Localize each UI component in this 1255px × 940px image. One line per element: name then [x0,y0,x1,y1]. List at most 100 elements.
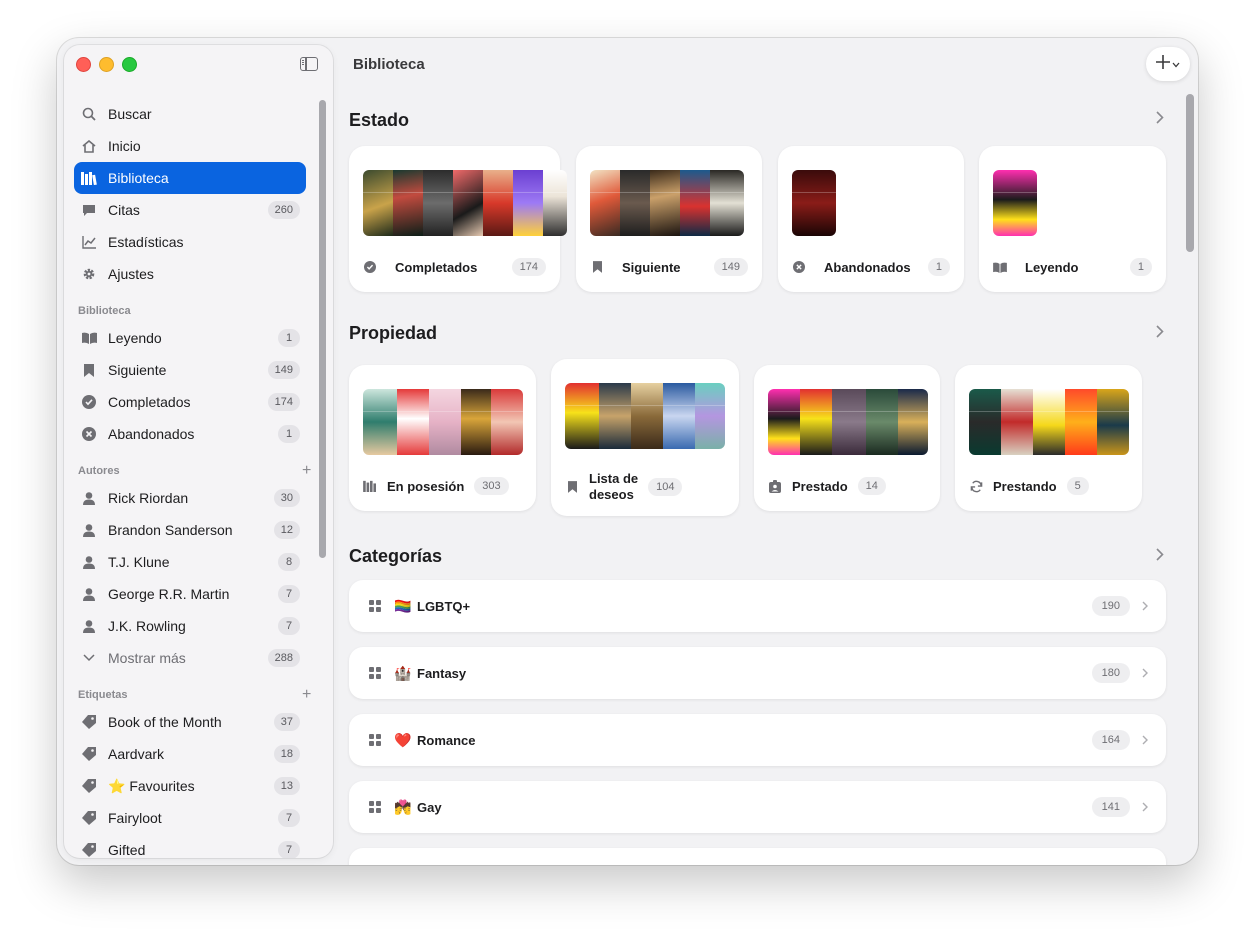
ownership-card-en-posesion[interactable]: En posesión 303 [349,365,536,511]
sidebar-item-ajustes[interactable]: Ajustes [74,258,306,290]
ownership-card-lista-de-deseos[interactable]: Lista de deseos 104 [551,359,739,516]
count-badge: 180 [1091,663,1130,683]
sidebar-item-author[interactable]: T.J. Klune 8 [74,546,306,578]
status-card-leyendo[interactable]: Leyendo 1 [979,146,1166,292]
propiedad-chevron-right-icon[interactable] [1156,325,1164,343]
library-icon [79,171,99,185]
tag-icon [79,843,99,857]
book-cover [800,389,832,455]
book-covers-stack [590,170,744,236]
sidebar-item-author[interactable]: Brandon Sanderson 12 [74,514,306,546]
sidebar-item-author[interactable]: J.K. Rowling 7 [74,610,306,642]
sidebar-item-tag[interactable]: Gifted 7 [74,834,306,858]
sidebar-item-buscar[interactable]: Buscar [74,98,306,130]
book-cover [969,389,1001,455]
sidebar-item-tag[interactable]: Book of the Month 37 [74,706,306,738]
sidebar-item-label: T.J. Klune [108,554,170,570]
show-more-authors[interactable]: Mostrar más 288 [74,642,306,674]
category-row-gay[interactable]: 💏 Gay 141 [349,781,1166,833]
sidebar-item-inicio[interactable]: Inicio [74,130,306,162]
book-cover [993,170,1037,236]
card-footer: Prestando 5 [969,477,1128,495]
book-cover [832,389,866,455]
book-cover [650,170,680,236]
category-row-partial[interactable] [349,848,1166,865]
book-cover [483,170,513,236]
sidebar-toggle-icon[interactable] [300,57,318,71]
count-badge: 18 [273,745,300,763]
category-label: Gay [417,799,442,815]
book-cover [680,170,710,236]
bookmark-icon [590,261,604,273]
sidebar-item-label: Estadísticas [108,234,184,250]
card-label: En posesión [387,478,465,494]
count-badge: 12 [273,521,300,539]
close-window-button[interactable] [76,57,91,72]
bookmark-icon [79,363,99,377]
main-scrollbar-thumb[interactable] [1186,94,1194,252]
ownership-card-prestando[interactable]: Prestando 5 [955,365,1142,511]
status-card-completados[interactable]: Completados 174 [349,146,567,292]
sidebar-item-author[interactable]: Rick Riordan 30 [74,482,306,514]
book-cover [363,389,397,455]
sidebar-item-tag[interactable]: ⭐ Favourites 13 [74,770,306,802]
book-cover [423,170,453,236]
count-badge: 1 [278,425,300,443]
book-cover [695,383,725,449]
sidebar: Buscar Inicio Biblioteca Citas 260 Estad… [64,45,333,858]
sidebar-item-tag[interactable]: Fairyloot 7 [74,802,306,834]
card-footer: Abandonados 1 [792,258,950,276]
section-header-autores: Autores [78,465,120,477]
category-row-lgbtq[interactable]: 🏳️‍🌈 LGBTQ+ 190 [349,580,1166,632]
card-footer: Leyendo 1 [993,258,1152,276]
checkmark-circle-icon [363,261,377,273]
ownership-card-prestado[interactable]: Prestado 14 [754,365,940,511]
card-label: Lista de deseos [589,471,638,503]
open-book-icon [993,262,1007,273]
search-icon [79,107,99,121]
categorias-chevron-right-icon[interactable] [1156,548,1164,566]
chevron-down-icon [1172,55,1180,73]
count-badge: 14 [857,477,886,495]
main-scrollbar[interactable] [1186,94,1195,854]
sidebar-item-leyendo[interactable]: Leyendo 1 [74,322,306,354]
sidebar-scrollbar-thumb[interactable] [319,100,326,558]
person-icon [79,587,99,601]
sidebar-item-siguiente[interactable]: Siguiente 149 [74,354,306,386]
tag-icon [79,747,99,761]
card-label: Siguiente [622,259,681,275]
sidebar-item-label: Rick Riordan [108,490,189,506]
add-tag-plus-icon[interactable]: + [302,687,311,703]
sidebar-item-citas[interactable]: Citas 260 [74,194,306,226]
section-title-categorias: Categorías [349,546,443,566]
sidebar-item-estadisticas[interactable]: Estadísticas [74,226,306,258]
sidebar-item-biblioteca[interactable]: Biblioteca [74,162,306,194]
add-author-plus-icon[interactable]: + [302,463,311,479]
status-card-abandonados[interactable]: Abandonados 1 [778,146,964,292]
card-footer: Prestado 14 [768,477,926,495]
estado-chevron-right-icon[interactable] [1156,111,1164,129]
sidebar-item-tag[interactable]: Aardvark 18 [74,738,306,770]
card-label: Leyendo [1025,259,1079,275]
category-row-romance[interactable]: ❤️ Romance 164 [349,714,1166,766]
sidebar-item-abandonados[interactable]: Abandonados 1 [74,418,306,450]
minimize-window-button[interactable] [99,57,114,72]
card-label: Prestado [792,478,848,494]
zoom-window-button[interactable] [122,57,137,72]
status-card-siguiente[interactable]: Siguiente 149 [576,146,762,292]
tag-icon [79,811,99,825]
sidebar-item-completados[interactable]: Completados 174 [74,386,306,418]
category-emoji: 🏰 [394,664,412,681]
xmark-circle-icon [792,261,806,273]
sidebar-item-label: Completados [108,394,191,410]
sidebar-scrollbar[interactable] [319,100,327,858]
home-icon [79,139,99,153]
sidebar-item-label: Ajustes [108,266,154,282]
sidebar-item-label: Inicio [108,138,141,154]
category-row-fantasy[interactable]: 🏰 Fantasy 180 [349,647,1166,699]
add-button[interactable] [1146,47,1190,81]
book-cover [1065,389,1097,455]
book-covers-stack [363,170,567,236]
sidebar-item-label: J.K. Rowling [108,618,186,634]
sidebar-item-author[interactable]: George R.R. Martin 7 [74,578,306,610]
